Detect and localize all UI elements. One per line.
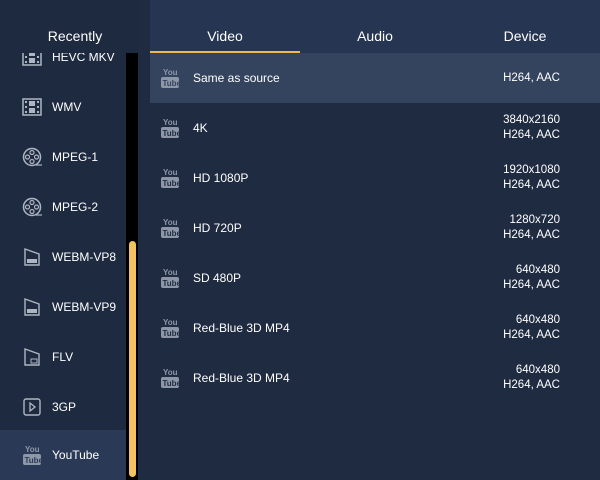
youtube-icon: You Tube [161,266,182,290]
preset-row[interactable]: You Tube Red-Blue 3D MP4 640x480 H264, AA… [150,303,600,353]
preset-spec: 640x480 H264, AAC [503,253,560,303]
preset-codec: H264, AAC [503,379,560,391]
tab-device[interactable]: Device [450,25,600,53]
youtube-icon: You Tube [161,166,182,190]
category-tabs: Video Audio Device [150,25,600,53]
format-label: 3GP [52,400,77,414]
preset-spec: 3840x2160 H264, AAC [503,103,560,153]
scrollbar-thumb[interactable] [129,241,136,477]
preset-row[interactable]: You Tube HD 1080P 1920x1080 H264, AAC [150,153,600,203]
youtube-icon: You Tube [161,66,182,90]
preset-codec: H264, AAC [503,229,560,241]
reel-icon [21,196,43,218]
preset-row[interactable]: You Tube 4K 3840x2160 H264, AAC [150,103,600,153]
preset-name: Red-Blue 3D MP4 [193,371,290,385]
preset-spec: 1280x720 H264, AAC [503,203,560,253]
svg-text:You: You [25,445,40,454]
preset-spec: H264, AAC [503,53,560,103]
svg-text:You: You [163,368,178,377]
format-picker-window: Recently HEVC MKV WMV MPEG-1 MPEG-2 WEBM… [0,0,600,480]
preset-row[interactable]: You Tube SD 480P 640x480 H264, AAC [150,253,600,303]
format-item-youtube[interactable]: You Tube YouTube [0,430,126,480]
preset-name: HD 720P [193,221,242,235]
svg-text:You: You [163,218,178,227]
film-icon [21,96,43,118]
youtube-icon: You Tube [161,366,182,390]
svg-text:Tube: Tube [163,279,180,288]
svg-text:Tube: Tube [163,229,180,238]
tab-audio[interactable]: Audio [300,25,450,53]
preset-name: 4K [193,121,208,135]
preset-resolution: 640x480 [515,264,560,276]
svg-text:Tube: Tube [25,456,42,465]
preset-list: You Tube Same as source H264, AAC You Tube… [150,53,600,480]
film-icon [21,53,43,68]
preset-spec: 1920x1080 H264, AAC [503,153,560,203]
format-label: MPEG-1 [52,150,99,164]
svg-text:Tube: Tube [163,329,180,338]
format-category-panel: Recently HEVC MKV WMV MPEG-1 MPEG-2 WEBM… [0,0,138,480]
webm-icon [21,296,43,318]
format-item-mpeg-2[interactable]: MPEG-2 [0,182,126,232]
format-item-3gp[interactable]: 3GP [0,382,126,432]
preset-codec: H264, AAC [503,329,560,341]
format-item-webm-vp8[interactable]: WEBM-VP8 [0,232,126,282]
format-label: WMV [52,100,82,114]
format-item-flv[interactable]: FLV [0,332,126,382]
preset-resolution: 640x480 [515,364,560,376]
preset-codec: H264, AAC [503,279,560,291]
preset-codec: H264, AAC [503,179,560,191]
format-label: YouTube [52,448,100,462]
flv-icon [21,346,43,368]
format-item-webm-vp9[interactable]: WEBM-VP9 [0,282,126,332]
svg-text:You: You [163,118,178,127]
preset-resolution: 1280x720 [509,214,560,226]
preset-resolution: 3840x2160 [503,114,560,126]
format-item-mpeg-1[interactable]: MPEG-1 [0,132,126,182]
youtube-icon: You Tube [161,216,182,240]
preset-name: HD 1080P [193,171,249,185]
preset-codec: H264, AAC [503,71,560,84]
svg-text:Tube: Tube [163,129,180,138]
format-label: FLV [52,350,74,364]
format-label: HEVC MKV [52,53,115,64]
preset-name: Red-Blue 3D MP4 [193,321,290,335]
preset-row[interactable]: You Tube Red-Blue 3D MP4 640x480 H264, AA… [150,353,600,403]
format-item-hevc-mkv[interactable]: HEVC MKV [0,53,126,82]
preset-panel: Video Audio Device You Tube Same as sourc… [150,0,600,480]
svg-text:Tube: Tube [163,79,180,88]
tab-recently[interactable]: Recently [0,25,150,51]
svg-text:Tube: Tube [163,179,180,188]
svg-text:You: You [163,268,178,277]
tab-video[interactable]: Video [150,25,300,53]
preset-codec: H264, AAC [503,129,560,141]
preset-spec: 640x480 H264, AAC [503,303,560,353]
preset-resolution: 640x480 [515,314,560,326]
format-label: WEBM-VP9 [52,300,117,314]
svg-text:You: You [163,68,178,77]
preset-spec: 640x480 H264, AAC [503,353,560,403]
format-label: WEBM-VP8 [52,250,117,264]
youtube-icon: You Tube [161,316,182,340]
preset-name: Same as source [193,71,280,85]
preset-resolution: 1920x1080 [503,164,560,176]
youtube-icon: You Tube [161,116,182,140]
youtube-icon: You Tube [21,444,43,466]
format-list: HEVC MKV WMV MPEG-1 MPEG-2 WEBM-VP8 WEBM… [0,53,126,480]
svg-text:You: You [163,318,178,327]
svg-text:Tube: Tube [163,379,180,388]
svg-text:You: You [163,168,178,177]
format-item-wmv[interactable]: WMV [0,82,126,132]
format-label: MPEG-2 [52,200,99,214]
play-icon [21,396,43,418]
preset-name: SD 480P [193,271,242,285]
webm-icon [21,246,43,268]
reel-icon [21,146,43,168]
preset-row[interactable]: You Tube Same as source H264, AAC [150,53,600,103]
preset-row[interactable]: You Tube HD 720P 1280x720 H264, AAC [150,203,600,253]
format-list-scrollbar[interactable] [126,53,138,480]
